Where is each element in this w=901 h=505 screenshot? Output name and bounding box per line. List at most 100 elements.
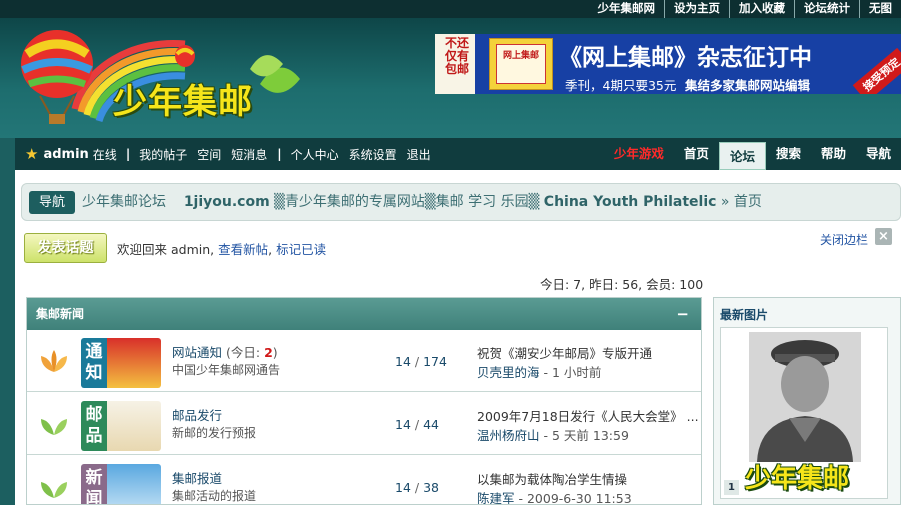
thumb-char-2: 知	[85, 363, 103, 383]
last-post-meta: 贝壳里的海 - 1 小时前	[477, 362, 601, 381]
forum-name: 集邮报道	[172, 468, 222, 487]
post-count: 174	[423, 354, 447, 369]
last-post-title[interactable]: 祝贺《潮安少年邮局》专版开通	[477, 343, 652, 362]
thumb-image	[107, 338, 161, 388]
post-count: 38	[423, 480, 439, 495]
thumb-char-2: 品	[85, 426, 103, 446]
top-bar: 少年集邮网 设为主页 加入收藏 论坛统计 无图	[0, 0, 901, 18]
breadcrumb-nav-button[interactable]: 导航	[29, 191, 76, 214]
collapse-icon[interactable]: −	[676, 298, 689, 330]
username-link[interactable]: admin	[43, 147, 88, 162]
category-header: 集邮新闻 −	[27, 298, 701, 330]
last-post-meta: 温州杨府山 - 5 天前 13:59	[477, 425, 629, 444]
thread-count: 14	[395, 417, 411, 432]
breadcrumb-current: » 首页	[720, 194, 762, 210]
nav-forum[interactable]: 论坛	[718, 142, 766, 170]
last-post-title[interactable]: 2009年7月18日发行《人民大会堂》 ...	[477, 406, 699, 425]
magazine-cover-image: 网上集邮	[489, 38, 553, 90]
nav-messages[interactable]: 短消息	[231, 146, 267, 163]
last-post-user[interactable]: 陈建军	[477, 491, 515, 504]
new-topic-button[interactable]: 发表话题	[24, 233, 107, 263]
main-content: 导航 少年集邮论坛 1jiyou.com ▒青少年集邮的专属网站▒集邮 学习 乐…	[15, 170, 901, 505]
last-post-time: - 1 小时前	[543, 365, 602, 380]
thread-count: 14	[395, 480, 411, 495]
last-post-user[interactable]: 贝壳里的海	[477, 365, 540, 380]
nav-home[interactable]: 首页	[674, 138, 719, 170]
online-status: 在线	[92, 147, 117, 162]
forum-description: 中国少年集邮网通告	[172, 363, 281, 377]
magazine-banner[interactable]: 不还仅有包邮 网上集邮 《网上集邮》杂志征订中 季刊，4期只要35元 集结多家集…	[435, 34, 901, 94]
last-post-title[interactable]: 以集邮为载体陶冶学生情操	[477, 469, 627, 488]
breadcrumb-site[interactable]: 1jiyou.com	[184, 194, 270, 210]
forum-status-leaf-icon	[41, 482, 67, 498]
forum-stats: 今日: 7, 昨日: 56, 会员: 100	[540, 277, 704, 292]
forum-thumbnail[interactable]: 通 知	[81, 338, 161, 388]
last-post-user[interactable]: 温州杨府山	[477, 428, 540, 443]
forum-thumbnail[interactable]: 新 闻	[81, 464, 161, 505]
forum-row: 新 闻 集邮报道 集邮活动的报道 14 / 38 以集邮为载体陶冶学生情操 陈建…	[27, 456, 701, 505]
thumb-char-2: 闻	[85, 489, 103, 505]
banner-title: 《网上集邮》杂志征订中	[559, 45, 812, 71]
close-sidebar-link[interactable]: 关闭边栏	[820, 231, 868, 248]
forum-name-link[interactable]: 网站通知	[172, 345, 222, 360]
mark-read-link[interactable]: 标记已读	[276, 242, 326, 257]
view-new-posts-link[interactable]: 查看新帖	[218, 242, 268, 257]
sidebar-title: 最新图片	[720, 308, 769, 322]
nav-settings[interactable]: 系统设置	[349, 146, 397, 163]
star-icon: ★	[25, 145, 39, 163]
nav-separator: |	[125, 147, 131, 161]
breadcrumb-path: 少年集邮论坛 1jiyou.com ▒青少年集邮的专属网站▒集邮 学习 乐园▒ …	[82, 184, 762, 221]
last-post-time: - 5 天前 13:59	[543, 428, 629, 443]
last-post-meta: 陈建军 - 2009-6-30 11:53	[477, 488, 632, 504]
forum-name-link[interactable]: 邮品发行	[172, 408, 222, 423]
category-title: 集邮新闻	[36, 307, 85, 321]
forum-counts: 14 / 38	[395, 480, 439, 495]
nav-logout[interactable]: 退出	[407, 146, 431, 163]
watermark-logo-text: 少年集邮	[745, 464, 850, 494]
breadcrumb-forum-link[interactable]: 少年集邮论坛	[82, 194, 166, 210]
top-link-no-image[interactable]: 无图	[859, 0, 901, 18]
breadcrumb-en-name[interactable]: China Youth Philatelic	[544, 194, 717, 210]
nav-games[interactable]: 少年游戏	[604, 138, 674, 170]
breadcrumb-tagline[interactable]: ▒青少年集邮的专属网站▒集邮 学习 乐园▒	[274, 194, 539, 210]
top-link-home-site[interactable]: 少年集邮网	[589, 0, 665, 18]
forum-name: 网站通知 (今日: 2)	[172, 342, 278, 361]
forum-name-link[interactable]: 集邮报道	[172, 471, 222, 486]
welcome-line: 欢迎回来 admin, 查看新帖, 标记已读	[117, 239, 326, 258]
forum-counts: 14 / 44	[395, 417, 439, 432]
top-link-set-homepage[interactable]: 设为主页	[664, 0, 729, 18]
latest-image[interactable]: 少年集邮 1	[720, 327, 888, 499]
forum-description: 新邮的发行预报	[172, 426, 257, 440]
nav-search[interactable]: 搜索	[766, 138, 811, 170]
forum-counts: 14 / 174	[395, 354, 447, 369]
sidebar-latest-images: 最新图片 少年集邮 1	[713, 297, 901, 505]
forum-status-leaf-icon	[41, 350, 67, 372]
site-logo[interactable]: 少年集邮	[15, 24, 315, 134]
image-page-number[interactable]: 1	[724, 480, 739, 495]
thumb-image	[107, 401, 161, 451]
top-link-add-favorite[interactable]: 加入收藏	[729, 0, 794, 18]
site-nav: 少年游戏 首页 论坛 搜索 帮助 导航	[604, 138, 901, 170]
top-links: 少年集邮网 设为主页 加入收藏 论坛统计 无图	[589, 0, 901, 18]
welcome-text: 欢迎回来 admin,	[117, 242, 215, 257]
nav-user-center[interactable]: 个人中心	[291, 146, 339, 163]
magazine-cover-title: 网上集邮	[502, 51, 539, 61]
nav-my-posts[interactable]: 我的帖子	[139, 146, 187, 163]
nav-navigation[interactable]: 导航	[856, 138, 901, 170]
forum-row: 通 知 网站通知 (今日: 2) 中国少年集邮网通告 14 / 174 祝贺《潮…	[27, 330, 701, 392]
forum-status-leaf-icon	[41, 419, 67, 435]
thread-count: 14	[395, 354, 411, 369]
nav-separator: |	[277, 147, 282, 161]
forum-thumbnail[interactable]: 邮 品	[81, 401, 161, 451]
banner-preorder-badge: 接受预定	[852, 47, 901, 94]
nav-space[interactable]: 空间	[197, 146, 221, 163]
thumb-image	[107, 464, 161, 504]
nav-help[interactable]: 帮助	[811, 138, 856, 170]
site-header: 少年集邮 不还仅有包邮 网上集邮 《网上集邮》杂志征订中 季刊，4期只要35元 …	[0, 18, 901, 138]
banner-price: 季刊，4期只要35元	[565, 78, 677, 93]
top-link-forum-stats[interactable]: 论坛统计	[794, 0, 859, 18]
close-icon[interactable]: ×	[875, 228, 892, 245]
user-nav: ★ admin 在线 | 我的帖子 空间 短消息 | 个人中心 系统设置 退出	[25, 138, 441, 170]
post-count: 44	[423, 417, 439, 432]
forum-description: 集邮活动的报道	[172, 489, 257, 503]
